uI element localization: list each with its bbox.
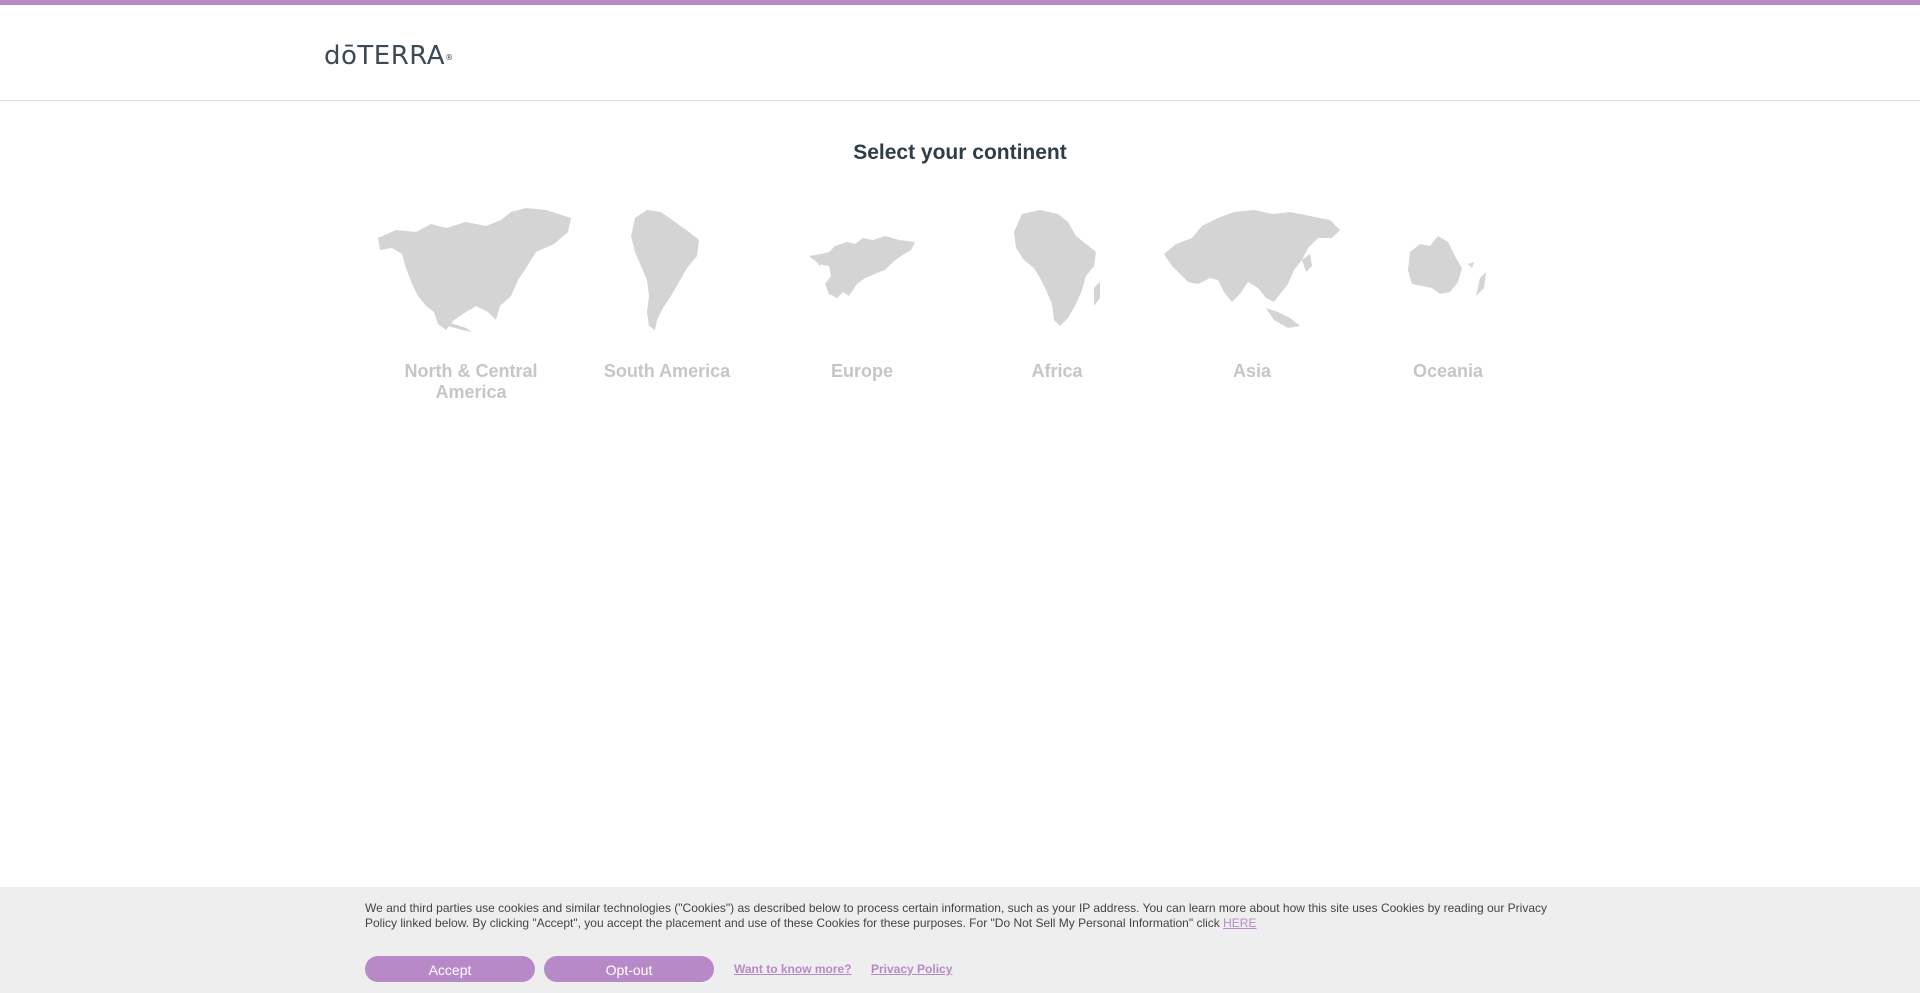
south-america-map-icon bbox=[631, 210, 699, 330]
privacy-policy-link[interactable]: Privacy Policy bbox=[871, 962, 952, 976]
oceania-map-icon bbox=[1407, 236, 1486, 296]
continent-label: Europe bbox=[830, 361, 893, 381]
logo-registered-mark: ® bbox=[445, 53, 454, 62]
cookie-notice-text: We and third parties use cookies and sim… bbox=[365, 901, 1565, 931]
site-header: dōTERRA® bbox=[0, 5, 1920, 101]
accept-cookies-button[interactable]: Accept bbox=[365, 956, 535, 982]
continent-oceania[interactable]: Oceania bbox=[1353, 208, 1543, 382]
continent-label: Oceania bbox=[1412, 361, 1484, 381]
continent-label: Africa bbox=[1031, 361, 1083, 381]
opt-out-cookies-button[interactable]: Opt-out bbox=[544, 956, 714, 982]
want-to-know-more-link[interactable]: Want to know more? bbox=[734, 962, 852, 976]
continent-africa[interactable]: Africa bbox=[962, 208, 1152, 382]
continent-label: Asia bbox=[1232, 361, 1272, 381]
page-title: Select your continent bbox=[853, 141, 1067, 164]
cookie-consent-banner: We and third parties use cookies and sim… bbox=[0, 887, 1920, 993]
continent-south-america[interactable]: South America bbox=[572, 208, 762, 382]
continent-label: North & Central America bbox=[404, 361, 538, 402]
north-america-map-icon bbox=[378, 208, 571, 332]
continent-asia[interactable]: Asia bbox=[1157, 208, 1347, 382]
cookie-notice-body: We and third parties use cookies and sim… bbox=[365, 901, 1548, 930]
europe-map-icon bbox=[809, 236, 915, 298]
asia-map-icon bbox=[1164, 210, 1340, 328]
doterra-logo[interactable]: dōTERRA® bbox=[324, 39, 454, 73]
continent-label: South America bbox=[603, 361, 731, 381]
logo-text: dōTERRA bbox=[324, 41, 446, 71]
do-not-sell-here-link[interactable]: HERE bbox=[1223, 916, 1256, 930]
africa-map-icon bbox=[1013, 210, 1100, 326]
continent-north-central-america[interactable]: North & Central America bbox=[376, 208, 571, 403]
continent-europe[interactable]: Europe bbox=[767, 208, 957, 382]
